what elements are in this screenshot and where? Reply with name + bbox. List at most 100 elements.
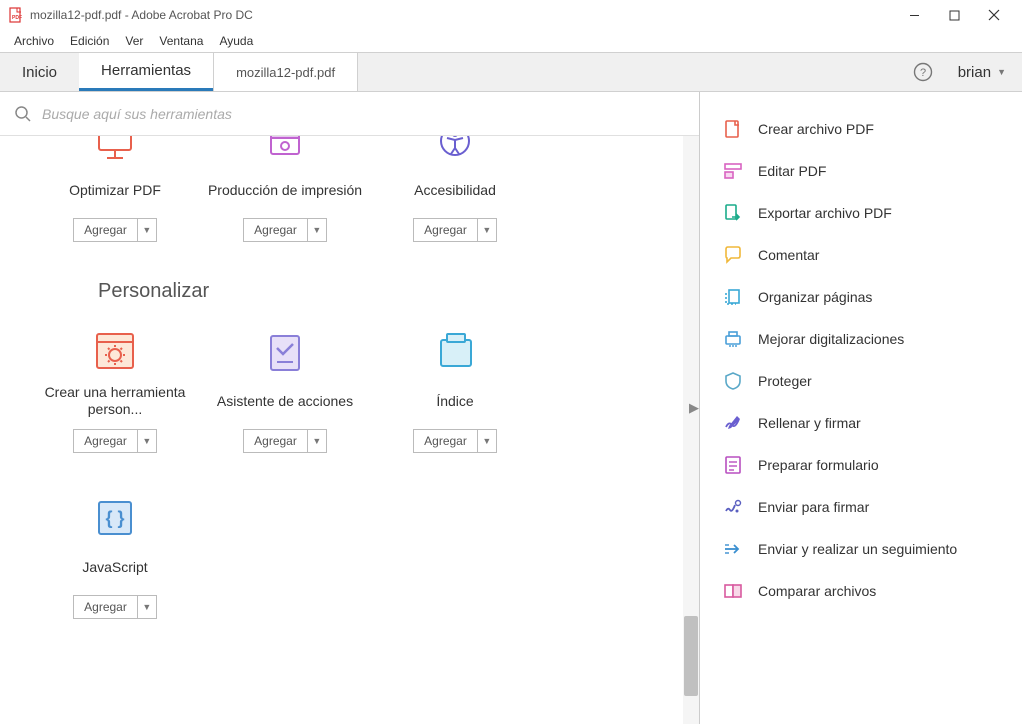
sidebar-item-organizar[interactable]: Organizar páginas <box>710 276 1012 318</box>
sidebar-item-comparar[interactable]: Comparar archivos <box>710 570 1012 612</box>
send-track-icon <box>722 538 744 560</box>
sidebar-label: Rellenar y firmar <box>758 415 861 431</box>
svg-text:{ }: { } <box>105 508 124 528</box>
menu-ayuda[interactable]: Ayuda <box>211 32 261 50</box>
add-button[interactable]: Agregar▼ <box>413 218 497 242</box>
add-button[interactable]: Agregar▼ <box>73 218 157 242</box>
menubar: Archivo Edición Ver Ventana Ayuda <box>0 30 1022 52</box>
sidebar-item-enviar-seguimiento[interactable]: Enviar y realizar un seguimiento <box>710 528 1012 570</box>
help-icon[interactable]: ? <box>904 53 942 91</box>
search-icon <box>14 105 32 123</box>
tool-accesibilidad[interactable]: Accesibilidad Agregar▼ <box>370 136 540 252</box>
send-sign-icon <box>722 496 744 518</box>
custom-tool-icon <box>36 327 194 377</box>
menu-ventana[interactable]: Ventana <box>151 32 211 50</box>
user-menu[interactable]: brian ▼ <box>942 53 1022 91</box>
tool-indice[interactable]: Índice Agregar▼ <box>370 317 540 463</box>
tool-optimizar-pdf[interactable]: Optimizar PDF Agregar▼ <box>30 136 200 252</box>
maximize-button[interactable] <box>934 0 974 30</box>
tools-area: Optimizar PDF Agregar▼ Producción de imp… <box>0 136 699 724</box>
organize-icon <box>722 286 744 308</box>
add-button[interactable]: Agregar▼ <box>73 595 157 619</box>
add-button[interactable]: Agregar▼ <box>413 429 497 453</box>
svg-text:PDF: PDF <box>12 15 22 21</box>
tool-label: Índice <box>376 383 534 419</box>
fill-sign-icon <box>722 412 744 434</box>
sidebar-item-rellenar-firmar[interactable]: Rellenar y firmar <box>710 402 1012 444</box>
accessibility-icon <box>376 136 534 166</box>
sidebar-item-preparar-formulario[interactable]: Preparar formulario <box>710 444 1012 486</box>
sidebar-label: Mejorar digitalizaciones <box>758 331 904 347</box>
tool-asistente-acciones[interactable]: Asistente de acciones Agregar▼ <box>200 317 370 463</box>
tab-inicio[interactable]: Inicio <box>0 53 79 91</box>
sidebar: Crear archivo PDF Editar PDF Exportar ar… <box>700 92 1022 724</box>
sidebar-label: Organizar páginas <box>758 289 872 305</box>
tool-label: Crear una herramienta person... <box>36 383 194 419</box>
menu-edicion[interactable]: Edición <box>62 32 117 50</box>
sidebar-item-mejorar-digitalizaciones[interactable]: Mejorar digitalizaciones <box>710 318 1012 360</box>
sidebar-item-proteger[interactable]: Proteger <box>710 360 1012 402</box>
enhance-scan-icon <box>722 328 744 350</box>
create-pdf-icon <box>722 118 744 140</box>
chevron-down-icon: ▼ <box>138 430 156 452</box>
chevron-down-icon: ▼ <box>138 596 156 618</box>
add-button[interactable]: Agregar▼ <box>243 218 327 242</box>
tool-label: Optimizar PDF <box>36 172 194 208</box>
sidebar-label: Proteger <box>758 373 812 389</box>
chevron-down-icon: ▼ <box>308 219 326 241</box>
sidebar-item-enviar-firmar[interactable]: Enviar para firmar <box>710 486 1012 528</box>
window-title: mozilla12-pdf.pdf - Adobe Acrobat Pro DC <box>30 8 894 22</box>
scrollbar[interactable] <box>683 136 699 724</box>
export-pdf-icon <box>722 202 744 224</box>
menu-archivo[interactable]: Archivo <box>6 32 62 50</box>
sidebar-item-editar-pdf[interactable]: Editar PDF <box>710 150 1012 192</box>
add-button[interactable]: Agregar▼ <box>243 429 327 453</box>
collapse-sidebar-handle[interactable]: ▶ <box>688 388 700 428</box>
comment-icon <box>722 244 744 266</box>
edit-pdf-icon <box>722 160 744 182</box>
user-name: brian <box>958 64 991 81</box>
tool-javascript[interactable]: { } JavaScript Agregar▼ <box>30 483 200 629</box>
tool-produccion-impresion[interactable]: Producción de impresión Agregar▼ <box>200 136 370 252</box>
optimize-icon <box>36 136 194 166</box>
tool-label: Asistente de acciones <box>206 383 364 419</box>
protect-icon <box>722 370 744 392</box>
chevron-down-icon: ▼ <box>478 219 496 241</box>
menu-ver[interactable]: Ver <box>117 32 151 50</box>
close-button[interactable] <box>974 0 1014 30</box>
tool-label: JavaScript <box>36 549 194 585</box>
tabbar: Inicio Herramientas mozilla12-pdf.pdf ? … <box>0 52 1022 92</box>
tab-herramientas[interactable]: Herramientas <box>79 53 213 91</box>
search-input[interactable] <box>42 106 685 122</box>
section-personalizar: Personalizar <box>0 252 699 317</box>
index-icon <box>376 327 534 377</box>
app-icon: PDF <box>8 7 24 23</box>
sidebar-label: Enviar para firmar <box>758 499 869 515</box>
add-button[interactable]: Agregar▼ <box>73 429 157 453</box>
sidebar-item-comentar[interactable]: Comentar <box>710 234 1012 276</box>
sidebar-item-exportar-pdf[interactable]: Exportar archivo PDF <box>710 192 1012 234</box>
print-prod-icon <box>206 136 364 166</box>
action-wizard-icon <box>206 327 364 377</box>
javascript-icon: { } <box>36 493 194 543</box>
chevron-down-icon: ▼ <box>308 430 326 452</box>
chevron-down-icon: ▼ <box>478 430 496 452</box>
sidebar-item-crear-pdf[interactable]: Crear archivo PDF <box>710 108 1012 150</box>
main-panel: Optimizar PDF Agregar▼ Producción de imp… <box>0 92 700 724</box>
tool-crear-herramienta-personalizada[interactable]: Crear una herramienta person... Agregar▼ <box>30 317 200 463</box>
tab-document[interactable]: mozilla12-pdf.pdf <box>213 53 358 91</box>
scroll-thumb[interactable] <box>684 616 698 696</box>
compare-icon <box>722 580 744 602</box>
sidebar-label: Enviar y realizar un seguimiento <box>758 541 957 557</box>
sidebar-label: Comentar <box>758 247 819 263</box>
chevron-down-icon: ▼ <box>997 67 1006 77</box>
tool-label: Producción de impresión <box>206 172 364 208</box>
sidebar-label: Exportar archivo PDF <box>758 205 892 221</box>
minimize-button[interactable] <box>894 0 934 30</box>
sidebar-label: Crear archivo PDF <box>758 121 874 137</box>
sidebar-label: Editar PDF <box>758 163 826 179</box>
chevron-down-icon: ▼ <box>138 219 156 241</box>
svg-text:?: ? <box>920 67 926 79</box>
titlebar: PDF mozilla12-pdf.pdf - Adobe Acrobat Pr… <box>0 0 1022 30</box>
tool-label: Accesibilidad <box>376 172 534 208</box>
